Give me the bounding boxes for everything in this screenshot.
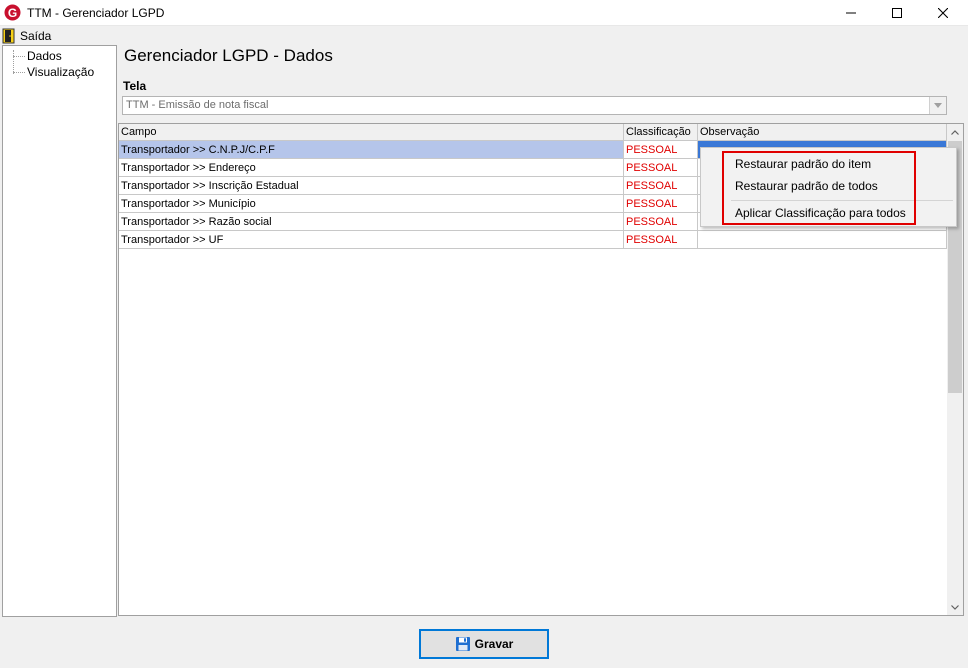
cell-classificacao[interactable]: PESSOAL xyxy=(624,231,698,249)
tree-item-dados[interactable]: Dados xyxy=(27,49,62,63)
scroll-up-button[interactable] xyxy=(947,124,963,140)
cell-campo[interactable]: Transportador >> Endereço xyxy=(119,159,624,177)
tela-label: Tela xyxy=(123,79,147,93)
table-row[interactable]: Transportador >> UF PESSOAL xyxy=(119,231,947,249)
cell-observacao[interactable] xyxy=(698,231,947,249)
save-button[interactable]: Gravar xyxy=(419,629,549,659)
chevron-up-icon xyxy=(951,129,959,135)
cell-classificacao[interactable]: PESSOAL xyxy=(624,159,698,177)
title-bar: G TTM - Gerenciador LGPD xyxy=(0,0,968,26)
column-header-classificacao[interactable]: Classificação xyxy=(624,124,698,141)
cell-campo[interactable]: Transportador >> Inscrição Estadual xyxy=(119,177,624,195)
maximize-button[interactable] xyxy=(874,0,920,26)
menu-bar: Saída xyxy=(0,26,968,45)
cell-classificacao[interactable]: PESSOAL xyxy=(624,177,698,195)
column-header-campo[interactable]: Campo xyxy=(119,124,624,141)
navigation-tree: Dados Visualização xyxy=(2,45,117,617)
grid-header: Campo Classificação Observação xyxy=(119,124,947,141)
menu-item-restaurar-todos[interactable]: Restaurar padrão de todos xyxy=(735,179,878,193)
window-title: TTM - Gerenciador LGPD xyxy=(27,6,165,20)
tree-item-visualizacao[interactable]: Visualização xyxy=(27,65,94,79)
menu-item-restaurar-item[interactable]: Restaurar padrão do item xyxy=(735,157,871,171)
svg-text:G: G xyxy=(8,6,17,20)
menu-saida-label: Saída xyxy=(20,28,52,43)
menu-item-aplicar-classificacao[interactable]: Aplicar Classificação para todos xyxy=(735,206,906,220)
tela-select-dropdown-button[interactable] xyxy=(929,97,946,114)
minimize-icon xyxy=(846,12,856,14)
chevron-down-icon xyxy=(951,604,959,610)
menu-saida[interactable]: Saída xyxy=(2,27,51,44)
context-menu: Restaurar padrão do item Restaurar padrã… xyxy=(700,147,957,227)
cell-campo[interactable]: Transportador >> C.N.P.J/C.P.F xyxy=(119,141,624,159)
minimize-button[interactable] xyxy=(828,0,874,26)
cell-classificacao[interactable]: PESSOAL xyxy=(624,213,698,231)
app-logo-icon: G xyxy=(4,4,21,21)
cell-classificacao[interactable]: PESSOAL xyxy=(624,141,698,159)
column-header-observacao[interactable]: Observação xyxy=(698,124,947,141)
cell-campo[interactable]: Transportador >> Razão social xyxy=(119,213,624,231)
save-button-label: Gravar xyxy=(474,637,514,651)
exit-door-icon xyxy=(2,28,15,43)
tela-select[interactable]: TTM - Emissão de nota fiscal xyxy=(122,96,947,115)
floppy-disk-icon xyxy=(455,637,470,651)
chevron-down-icon xyxy=(934,103,942,108)
cell-campo[interactable]: Transportador >> Município xyxy=(119,195,624,213)
tree-connector xyxy=(13,50,14,74)
tree-connector xyxy=(13,72,25,73)
page-title: Gerenciador LGPD - Dados xyxy=(124,46,333,65)
cell-campo[interactable]: Transportador >> UF xyxy=(119,231,624,249)
scroll-down-button[interactable] xyxy=(947,599,963,615)
close-icon xyxy=(938,8,948,18)
close-button[interactable] xyxy=(920,0,966,26)
tree-connector xyxy=(13,56,25,57)
menu-separator xyxy=(731,200,953,201)
cell-classificacao[interactable]: PESSOAL xyxy=(624,195,698,213)
maximize-icon xyxy=(892,8,902,18)
tela-select-value: TTM - Emissão de nota fiscal xyxy=(126,99,269,111)
